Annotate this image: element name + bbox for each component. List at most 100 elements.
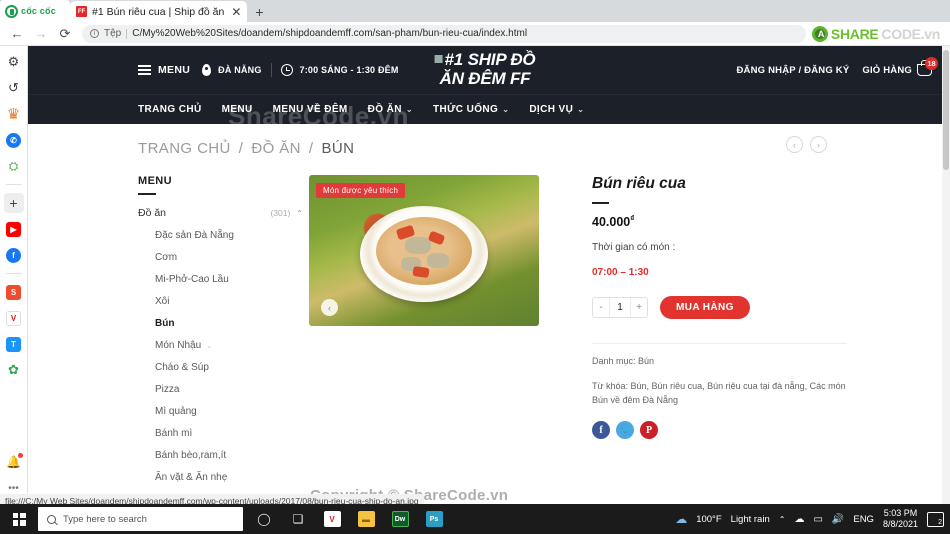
- chevron-down-icon[interactable]: ⌄: [206, 341, 213, 350]
- taskbar-app-dreamweaver[interactable]: Dw: [383, 504, 417, 534]
- header-location[interactable]: ĐÀ NẴNG: [202, 64, 261, 76]
- breadcrumb-separator: /: [238, 140, 244, 157]
- weather-temperature[interactable]: 100°F: [696, 514, 721, 525]
- shopee-icon[interactable]: S: [4, 282, 24, 302]
- address-bar[interactable]: i Tệp C/My%20Web%20Sites/doandem/shipdoa…: [82, 24, 806, 43]
- header-menu-button[interactable]: MENU: [138, 64, 190, 76]
- cart-button[interactable]: GIỎ HÀNG 18: [862, 57, 938, 76]
- nav-item-do-an[interactable]: ĐỒ ĂN ⌄: [368, 104, 413, 115]
- add-icon[interactable]: +: [3, 193, 24, 213]
- nav-item-menu[interactable]: MENU: [222, 104, 253, 115]
- volume-icon[interactable]: 🔊: [832, 514, 844, 525]
- coccoc-sidebar-rail: ⚙ ↺ ♛ ✆ ⛭ + ▶ f S V T ✿ 🔔 •••: [0, 46, 28, 504]
- nav-item-thuc-uong[interactable]: THỨC UỐNG ⌄: [433, 104, 509, 115]
- quantity-input[interactable]: 1: [609, 298, 631, 318]
- coccoc-brand-tab[interactable]: cốc cốc: [0, 0, 70, 22]
- product-image[interactable]: Món được yêu thích ‹: [309, 175, 539, 326]
- gear-icon[interactable]: ⚙: [4, 52, 24, 72]
- cart-count-badge: 18: [925, 57, 938, 70]
- close-icon[interactable]: ✕: [229, 6, 243, 18]
- product-pager: ‹ ›: [786, 136, 827, 153]
- sidebar-item-mi-pho-cao-lau[interactable]: Mi-Phở-Cao Lầu: [138, 274, 303, 285]
- sidebar-item-an-vat-an-nhe[interactable]: Ăn vặt & Ăn nhẹ: [138, 472, 303, 483]
- sidebar-item-xoi[interactable]: Xôi: [138, 296, 303, 307]
- pinterest-share-icon[interactable]: P: [640, 421, 658, 440]
- taskbar-time: 5:03 PM: [883, 508, 918, 518]
- task-view-icon[interactable]: ❏: [281, 504, 315, 534]
- clock-icon: [280, 64, 293, 76]
- sidebar-item-com[interactable]: Cơm: [138, 252, 303, 263]
- page-info-icon[interactable]: i: [90, 29, 99, 38]
- sidebar-item-mi-quang[interactable]: Mì quảng: [138, 406, 303, 417]
- next-product-button[interactable]: ›: [810, 136, 827, 153]
- sidebar-item-mon-nhau[interactable]: Món Nhậu ⌄: [138, 340, 303, 351]
- forward-icon[interactable]: →: [30, 23, 52, 45]
- sidebar-item-do-an[interactable]: Đồ ăn (301) ⌃: [138, 207, 303, 219]
- quantity-decrease-button[interactable]: -: [593, 302, 609, 313]
- sidebar-item-chao-sup[interactable]: Cháo & Súp: [138, 362, 303, 373]
- cortana-icon[interactable]: ◯: [247, 504, 281, 534]
- chevron-up-icon[interactable]: ⌃: [779, 515, 786, 524]
- sidebar-item-label: Mì quảng: [155, 406, 197, 417]
- sidebar-item-dac-san-da-nang[interactable]: Đặc sản Đà Nẵng: [138, 230, 303, 241]
- tiki-icon[interactable]: T: [4, 334, 24, 354]
- messenger-icon[interactable]: ✆: [4, 130, 24, 150]
- page-scrollbar[interactable]: [942, 46, 950, 504]
- sharecode-watermark-logo: A SHARE CODE.vn: [811, 25, 944, 42]
- taskbar-app-explorer[interactable]: ▬: [349, 504, 383, 534]
- header-menu-label: MENU: [158, 64, 191, 76]
- history-icon[interactable]: ↺: [4, 78, 24, 98]
- taskbar-search-input[interactable]: Type here to search: [38, 507, 243, 531]
- browser-tab[interactable]: FF #1 Bún riêu cua | Ship đồ ăn ✕: [70, 1, 248, 22]
- new-tab-button[interactable]: +: [247, 4, 271, 22]
- nav-item-dich-vu[interactable]: DỊCH VỤ ⌄: [529, 104, 584, 115]
- sidebar-item-bun[interactable]: Bún: [138, 318, 303, 329]
- start-button[interactable]: [0, 504, 38, 534]
- reload-icon[interactable]: ⟳: [54, 23, 76, 45]
- buy-button[interactable]: MUA HÀNG: [660, 296, 750, 320]
- taskbar-clock[interactable]: 5:03 PM 8/8/2021: [883, 508, 918, 530]
- facebook-share-icon[interactable]: f: [592, 421, 610, 440]
- hamburger-icon[interactable]: [138, 65, 151, 75]
- back-icon[interactable]: ←: [6, 23, 28, 45]
- scrollbar-thumb[interactable]: [943, 50, 949, 170]
- bell-icon[interactable]: 🔔: [4, 452, 24, 472]
- onedrive-icon[interactable]: ☁: [794, 514, 804, 525]
- nav-item-menu-ve-dem[interactable]: MENU VỀ ĐÊM: [273, 104, 348, 115]
- zalo-icon[interactable]: ✿: [4, 360, 24, 380]
- facebook-icon[interactable]: f: [4, 245, 24, 265]
- prev-product-button[interactable]: ‹: [786, 136, 803, 153]
- page-viewport: MENU ĐÀ NẴNG 7:00 SÁNG - 1:30 ĐÊM #1 SHI…: [28, 46, 942, 504]
- breadcrumb-item-home[interactable]: TRANG CHỦ: [138, 140, 231, 157]
- sidebar-item-banh-mi[interactable]: Bánh mì: [138, 428, 303, 439]
- nav-item-trang-chu[interactable]: TRANG CHỦ: [138, 104, 202, 115]
- language-indicator[interactable]: ENG: [853, 514, 874, 525]
- product-category-line: Danh mục: Bún: [592, 356, 655, 367]
- site-logo[interactable]: #1 SHIP ĐỒ ĂN ĐÊM FF: [434, 50, 536, 88]
- battery-icon[interactable]: ▭: [813, 514, 822, 525]
- login-register-link[interactable]: ĐĂNG NHẬP / ĐĂNG KÝ: [736, 65, 849, 76]
- chevron-up-icon[interactable]: ⌃: [296, 209, 303, 218]
- weather-description[interactable]: Light rain: [731, 514, 770, 525]
- product-gallery: Món được yêu thích ‹: [309, 175, 544, 504]
- quantity-stepper[interactable]: - 1 +: [592, 297, 648, 319]
- twitter-share-icon[interactable]: 🐦: [616, 421, 634, 440]
- notification-center-icon[interactable]: 2: [927, 511, 944, 527]
- taskbar-app-vegas[interactable]: V: [315, 504, 349, 534]
- vtv-icon[interactable]: V: [4, 308, 24, 328]
- url-scheme-label: Tệp: [104, 28, 122, 39]
- gallery-prev-button[interactable]: ‹: [321, 299, 338, 316]
- taskbar-app-photoshop[interactable]: Ps: [417, 504, 451, 534]
- coccoc-brand-label: cốc cốc: [21, 6, 56, 16]
- crown-icon[interactable]: ♛: [4, 104, 24, 124]
- sidebar-item-label: Ăn vặt & Ăn nhẹ: [155, 472, 228, 483]
- header-hours: 7:00 SÁNG - 1:30 ĐÊM: [280, 64, 399, 76]
- youtube-icon[interactable]: ▶: [4, 219, 24, 239]
- sidebar-item-banh-beo-ram-it[interactable]: Bánh bèo,ram,ít: [138, 450, 303, 461]
- breadcrumb-item-food[interactable]: ĐỒ ĂN: [251, 140, 301, 157]
- quantity-increase-button[interactable]: +: [631, 302, 647, 313]
- gamepad-icon[interactable]: ⛭: [4, 156, 24, 176]
- sidebar-item-pizza[interactable]: Pizza: [138, 384, 303, 395]
- sidebar-category-count: (301): [270, 208, 291, 218]
- category-sidebar: MENU Đồ ăn (301) ⌃ Đặc sản Đà Nẵng Cơm M…: [138, 175, 303, 504]
